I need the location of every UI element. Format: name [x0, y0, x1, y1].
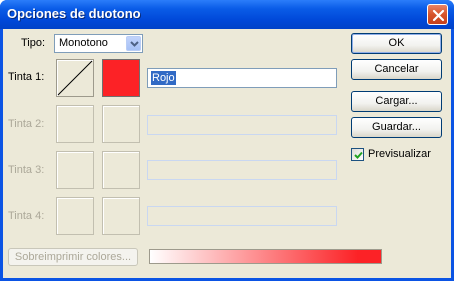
load-button[interactable]: Cargar...: [351, 91, 442, 112]
ink-2-color-swatch: [102, 105, 140, 143]
dialog-window: Opciones de duotono Tipo: Monotono Tinta…: [0, 0, 454, 281]
ok-button[interactable]: OK: [351, 33, 442, 54]
dialog-body: Tipo: Monotono Tinta 1: Rojo Tinta 2: Ti…: [3, 29, 451, 278]
ink-4-curve-box: [56, 197, 94, 235]
ink-1-color-swatch[interactable]: [102, 59, 140, 97]
cancel-button[interactable]: Cancelar: [351, 59, 442, 80]
ink-3-name-input: [147, 160, 337, 180]
ink-2-curve-box: [56, 105, 94, 143]
close-button[interactable]: [427, 4, 448, 25]
ink-3-color-swatch: [102, 151, 140, 189]
preview-checkbox[interactable]: [351, 148, 364, 161]
overprint-colors-button: Sobreimprimir colores...: [8, 248, 138, 266]
tipo-selected-value: Monotono: [59, 37, 108, 49]
ink-4-name-input: [147, 206, 337, 226]
ink-3-curve-box: [56, 151, 94, 189]
duotone-gradient-bar: [149, 249, 382, 264]
title-bar[interactable]: Opciones de duotono: [0, 0, 454, 29]
window-title: Opciones de duotono: [7, 6, 141, 21]
close-icon: [432, 9, 445, 22]
dropdown-arrow-button[interactable]: [126, 36, 141, 51]
ink-1-curve-box[interactable]: [56, 59, 94, 97]
ink-4-label: Tinta 4:: [8, 210, 45, 222]
ink-1-name-value: Rojo: [151, 71, 176, 85]
tipo-dropdown[interactable]: Monotono: [54, 34, 143, 53]
ink-3-label: Tinta 3:: [8, 164, 45, 176]
ink-1-label: Tinta 1:: [8, 71, 45, 83]
tipo-label: Tipo:: [21, 37, 46, 49]
chevron-down-icon: [130, 41, 139, 47]
ink-1-name-input[interactable]: Rojo: [147, 68, 337, 88]
checkmark-icon: [354, 151, 363, 159]
ink-2-name-input: [147, 115, 337, 135]
save-button[interactable]: Guardar...: [351, 117, 442, 138]
ink-2-label: Tinta 2:: [8, 118, 45, 130]
preview-label[interactable]: Previsualizar: [368, 148, 431, 160]
ink-4-color-swatch: [102, 197, 140, 235]
duotone-curve-icon: [57, 60, 93, 96]
